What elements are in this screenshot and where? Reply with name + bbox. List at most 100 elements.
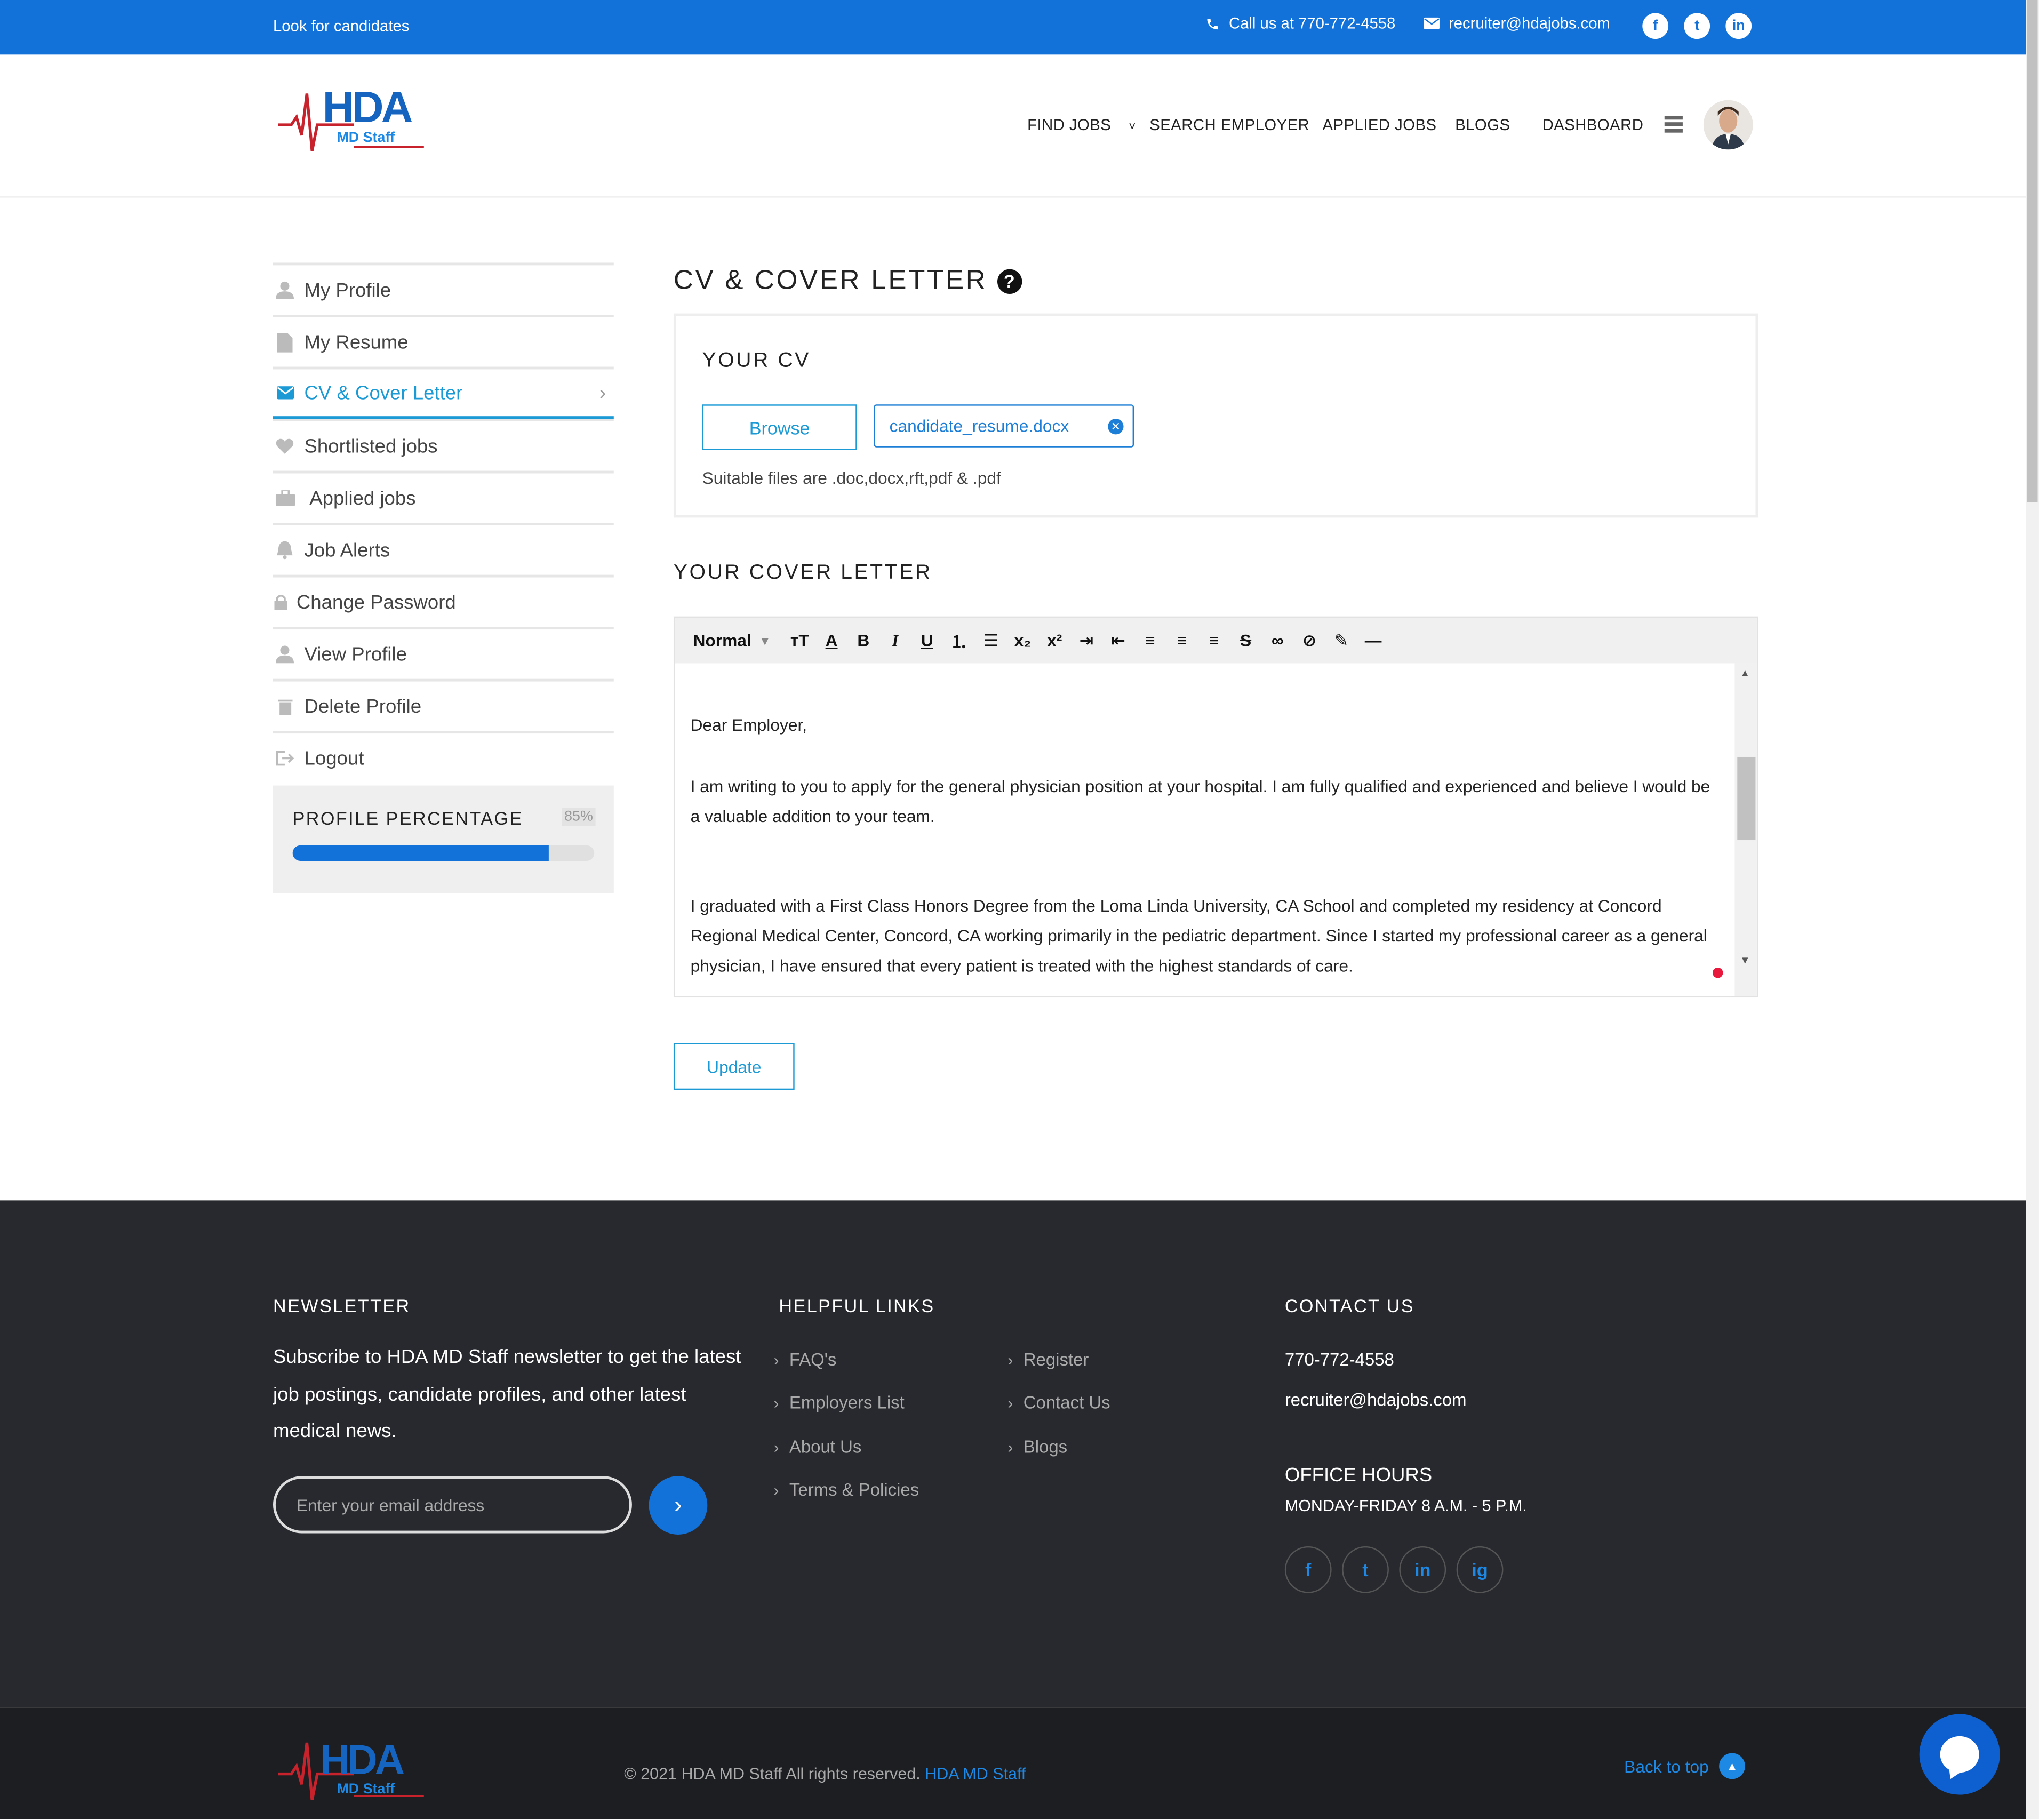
- nav-blogs[interactable]: BLOGS: [1455, 116, 1510, 134]
- sidebar-item-label: Shortlisted jobs: [304, 435, 438, 457]
- back-to-top-link[interactable]: Back to top ▲: [1624, 1753, 1746, 1779]
- nav-find-jobs-label: FIND JOBS: [1027, 115, 1112, 134]
- chevron-right-icon: ›: [599, 382, 606, 405]
- footer-link-faqs[interactable]: › FAQ's: [774, 1350, 837, 1370]
- browse-button[interactable]: Browse: [702, 404, 857, 450]
- facebook-icon[interactable]: f: [1642, 13, 1669, 39]
- nav-search-employer[interactable]: SEARCH EMPLOYER: [1149, 116, 1309, 134]
- italic-icon[interactable]: I: [879, 627, 911, 653]
- help-icon[interactable]: ?: [997, 268, 1023, 293]
- copyright-text: © 2021 HDA MD Staff All rights reserved.…: [624, 1765, 1026, 1783]
- profile-progress-fill: [292, 845, 549, 861]
- sidebar-item-label: Applied jobs: [309, 487, 416, 509]
- helpful-links-heading: HELPFUL LINKS: [779, 1295, 935, 1316]
- logo-sub-text: MD Staff: [337, 130, 395, 146]
- horizontal-rule-icon[interactable]: —: [1357, 627, 1389, 653]
- format-select[interactable]: Normal ▼: [693, 630, 771, 650]
- footer-link-register[interactable]: › Register: [1008, 1350, 1089, 1370]
- link-icon[interactable]: ∞: [1261, 627, 1293, 653]
- unordered-list-icon[interactable]: ☰: [975, 627, 1007, 653]
- superscript-icon[interactable]: x²: [1038, 627, 1070, 653]
- sidebar-item-cv-cover-letter[interactable]: CV & Cover Letter ›: [273, 366, 614, 419]
- spellcheck-indicator-icon: [1712, 967, 1723, 978]
- update-button[interactable]: Update: [673, 1043, 795, 1090]
- font-color-icon[interactable]: A: [815, 627, 847, 653]
- cv-heading: YOUR CV: [702, 349, 811, 372]
- email-contact[interactable]: recruiter@hdajobs.com: [1424, 14, 1610, 33]
- footer-email[interactable]: recruiter@hdajobs.com: [1285, 1390, 1467, 1410]
- footer-link-about-us[interactable]: › About Us: [774, 1437, 862, 1457]
- page-scrollbar[interactable]: [2026, 0, 2039, 1819]
- footer-link-contact-us[interactable]: › Contact Us: [1008, 1393, 1110, 1412]
- user-avatar[interactable]: [1703, 100, 1753, 150]
- footer-link-employers-list[interactable]: › Employers List: [774, 1393, 905, 1412]
- align-center-icon[interactable]: ≡: [1166, 627, 1198, 653]
- nav-find-jobs[interactable]: FIND JOBS ˅: [1027, 116, 1136, 134]
- editor-content[interactable]: Dear Employer, I am writing to you to ap…: [675, 663, 1734, 996]
- sidebar-item-logout[interactable]: Logout: [273, 731, 614, 783]
- remove-file-icon[interactable]: ✕: [1108, 419, 1124, 435]
- font-size-icon[interactable]: тT: [783, 627, 815, 653]
- heart-icon: [273, 436, 297, 457]
- profile-percentage-card: PROFILE PERCENTAGE 85%: [273, 785, 614, 893]
- envelope-icon: [273, 382, 297, 403]
- sidebar-item-applied-jobs[interactable]: Applied jobs: [273, 470, 614, 523]
- twitter-icon[interactable]: t: [1684, 13, 1710, 39]
- sidebar-item-my-resume[interactable]: My Resume: [273, 315, 614, 367]
- copyright-label: © 2021 HDA MD Staff All rights reserved.: [624, 1765, 921, 1783]
- newsletter-email-input[interactable]: Enter your email address: [273, 1476, 632, 1534]
- file-name: candidate_resume.docx: [889, 416, 1069, 436]
- footer-twitter-icon[interactable]: t: [1342, 1546, 1389, 1593]
- phone-text: Call us at 770-772-4558: [1229, 14, 1396, 33]
- footer-link-blogs[interactable]: › Blogs: [1008, 1437, 1068, 1457]
- outdent-icon[interactable]: ⇤: [1102, 627, 1134, 653]
- footer-link-label: Contact Us: [1023, 1393, 1110, 1412]
- eraser-icon[interactable]: ✎: [1325, 627, 1357, 653]
- sidebar-item-label: Delete Profile: [304, 695, 422, 717]
- sidebar-item-view-profile[interactable]: View Profile: [273, 627, 614, 679]
- footer-instagram-icon[interactable]: ig: [1456, 1546, 1504, 1593]
- align-right-icon[interactable]: ≡: [1198, 627, 1230, 653]
- align-left-icon[interactable]: ≡: [1134, 627, 1166, 653]
- ordered-list-icon[interactable]: ⒈: [943, 627, 975, 653]
- sidebar-item-shortlisted-jobs[interactable]: Shortlisted jobs: [273, 419, 614, 471]
- page-title: CV & COVER LETTER ?: [673, 265, 1023, 297]
- footer-facebook-icon[interactable]: f: [1284, 1546, 1332, 1593]
- copyright-brand-link[interactable]: HDA MD Staff: [925, 1765, 1026, 1783]
- phone-icon: [1207, 18, 1218, 29]
- phone-contact[interactable]: Call us at 770-772-4558: [1205, 14, 1395, 33]
- scroll-up-icon[interactable]: ▲: [1740, 667, 1750, 679]
- footer-linkedin-icon[interactable]: in: [1399, 1546, 1446, 1593]
- linkedin-icon[interactable]: in: [1725, 13, 1752, 39]
- scroll-down-icon[interactable]: ▼: [1740, 955, 1750, 967]
- footer-phone[interactable]: 770-772-4558: [1285, 1350, 1394, 1370]
- nav-applied-jobs[interactable]: APPLIED JOBS: [1323, 116, 1437, 134]
- chat-bubble-icon: [1940, 1736, 1979, 1773]
- letter-paragraph: Dear Employer,: [690, 715, 807, 735]
- nav-dashboard[interactable]: DASHBOARD: [1542, 116, 1644, 134]
- arrow-right-icon: ›: [674, 1491, 682, 1518]
- unlink-icon[interactable]: ⊘: [1293, 627, 1325, 653]
- look-for-candidates-link[interactable]: Look for candidates: [273, 17, 409, 35]
- editor-scrollbar[interactable]: ▲ ▼: [1734, 663, 1757, 996]
- top-bar: Look for candidates Call us at 770-772-4…: [0, 0, 2026, 55]
- bold-icon[interactable]: B: [847, 627, 879, 653]
- sidebar-item-my-profile[interactable]: My Profile: [273, 262, 614, 315]
- strikethrough-icon[interactable]: S: [1230, 627, 1262, 653]
- page-title-text: CV & COVER LETTER: [673, 265, 988, 296]
- footer-link-label: Terms & Policies: [789, 1480, 919, 1500]
- footer-link-terms[interactable]: › Terms & Policies: [774, 1480, 919, 1500]
- footer-link-label: Blogs: [1023, 1437, 1068, 1457]
- subscript-icon[interactable]: x₂: [1007, 627, 1039, 653]
- sidebar-item-job-alerts[interactable]: Job Alerts: [273, 523, 614, 575]
- office-hours-text: MONDAY-FRIDAY 8 A.M. - 5 P.M.: [1284, 1497, 1527, 1515]
- profile-percentage-label: PROFILE PERCENTAGE: [292, 808, 523, 829]
- sidebar-item-change-password[interactable]: Change Password: [273, 574, 614, 627]
- indent-icon[interactable]: ⇥: [1070, 627, 1102, 653]
- underline-icon[interactable]: U: [911, 627, 943, 653]
- chat-widget-button[interactable]: [1919, 1714, 2000, 1795]
- hamburger-menu-icon[interactable]: [1664, 115, 1683, 135]
- newsletter-submit-button[interactable]: ›: [649, 1476, 708, 1535]
- sidebar-item-delete-profile[interactable]: Delete Profile: [273, 678, 614, 731]
- letter-paragraph: I graduated with a First Class Honors De…: [690, 896, 1707, 976]
